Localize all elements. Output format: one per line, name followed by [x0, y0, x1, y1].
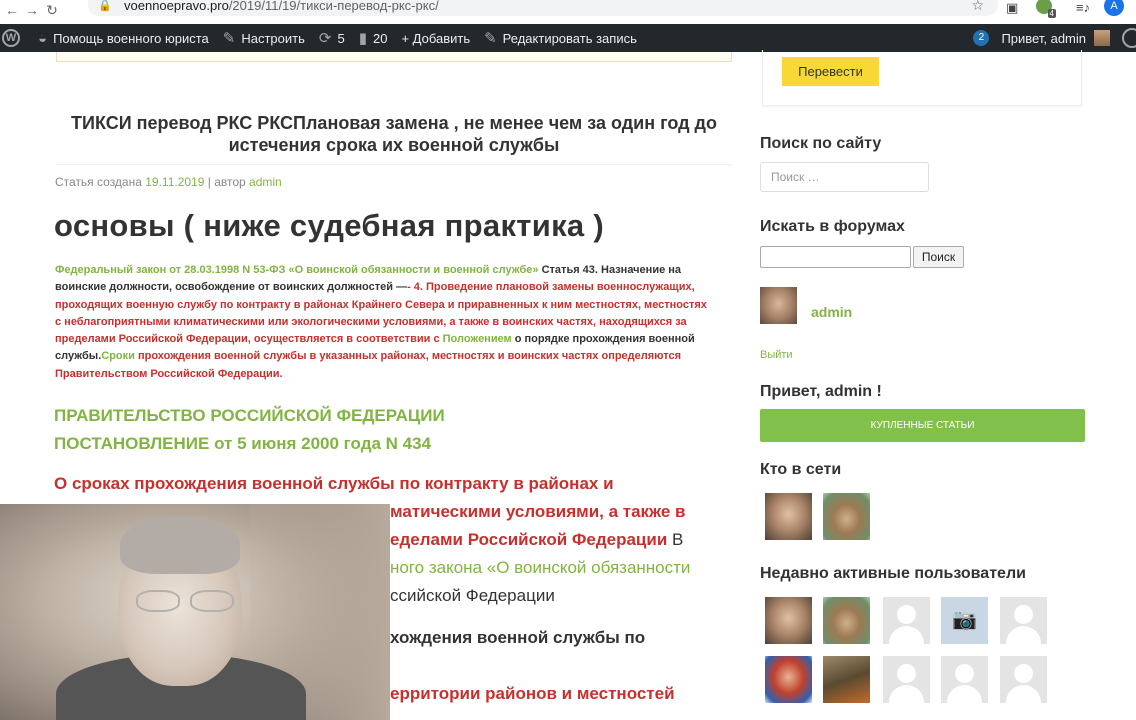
- lock-icon: 🔒: [98, 0, 112, 12]
- user-avatar[interactable]: [760, 287, 797, 324]
- pencil-icon: ✎: [484, 30, 497, 47]
- recent-user-avatar[interactable]: [765, 656, 812, 703]
- default-avatar[interactable]: [883, 656, 930, 703]
- glasses-icon: [136, 590, 180, 612]
- wp-logo-menu[interactable]: W: [0, 24, 31, 52]
- profile-avatar[interactable]: A: [1104, 0, 1124, 16]
- paintbrush-icon: ✎: [222, 30, 236, 47]
- browser-toolbar: ← → ↻ 🔒 voennoepravo.pro/2019/11/19/тикс…: [0, 0, 1136, 20]
- wp-admin-bar: W ◒ Помощь военного юриста ✎ Настроить ⟳ 5 …: [0, 24, 1136, 52]
- law-link-fragment[interactable]: ного закона «О воинской обязанности: [390, 554, 690, 582]
- default-avatar[interactable]: [1000, 597, 1047, 644]
- recent-users-title: Недавно активные пользователи: [760, 565, 1026, 582]
- default-avatar[interactable]: [883, 597, 930, 644]
- online-users-title: Кто в сети: [760, 461, 842, 478]
- search-input[interactable]: Поиск …: [760, 162, 929, 192]
- translate-button[interactable]: Перевести: [782, 57, 879, 86]
- address-bar[interactable]: 🔒 voennoepravo.pro/2019/11/19/тикси-пере…: [88, 0, 998, 16]
- notice-box: [56, 52, 732, 62]
- post-meta: Статья создана 19.11.2019 | автор admin: [55, 175, 282, 189]
- add-new-menu[interactable]: + Добавить: [394, 24, 477, 52]
- reload-icon[interactable]: ↻: [42, 3, 62, 17]
- online-user-avatar[interactable]: [765, 493, 812, 540]
- recent-user-avatar[interactable]: [765, 597, 812, 644]
- text-fragment: ерритории районов и местностей: [390, 684, 675, 703]
- recent-user-avatar[interactable]: [823, 597, 870, 644]
- forum-search-title: Искать в форумах: [760, 218, 905, 235]
- online-user-avatar[interactable]: [823, 493, 870, 540]
- updates-link[interactable]: ⟳ 5: [312, 24, 352, 52]
- terms-link[interactable]: Сроки: [101, 350, 135, 362]
- logout-link[interactable]: Выйти: [760, 349, 793, 361]
- wordpress-icon: W: [2, 29, 20, 47]
- edit-post-link[interactable]: ✎ Редактировать запись: [477, 24, 644, 52]
- government-decree-heading: ПРАВИТЕЛЬСТВО РОССИЙСКОЙ ФЕДЕРАЦИИ ПОСТА…: [54, 406, 445, 453]
- text-fragment: матическими условиями, а также в: [390, 502, 686, 521]
- recent-user-avatar[interactable]: [823, 656, 870, 703]
- decree-title: О сроках прохождения военной службы по к…: [54, 474, 614, 493]
- section-heading: основы ( ниже судебная практика ): [54, 208, 604, 243]
- post-date-link[interactable]: 19.11.2019: [145, 175, 204, 189]
- title-divider: [56, 164, 732, 165]
- notification-badge[interactable]: 2: [973, 30, 990, 46]
- post-title: ТИКСИ перевод РКС РКСПлановая замена , н…: [71, 113, 717, 155]
- dashboard-icon: ◒: [38, 29, 48, 47]
- url-text[interactable]: voennoepravo.pro/2019/11/19/тикси-перево…: [124, 0, 439, 13]
- user-profile-link[interactable]: admin: [811, 304, 852, 320]
- updates-icon: ⟳: [318, 30, 332, 47]
- default-avatar[interactable]: [1000, 656, 1047, 703]
- customize-link[interactable]: ✎ Настроить: [216, 24, 312, 52]
- comments-link[interactable]: ▮ 20: [352, 24, 395, 52]
- text-fragment: ссийской Федерации: [390, 586, 555, 605]
- law-link[interactable]: Федеральный закон от 28.03.1998 N 53-ФЗ …: [55, 264, 539, 276]
- extension-badge-icon[interactable]: 4: [1036, 0, 1056, 18]
- account-avatar[interactable]: [1094, 30, 1110, 46]
- forward-arrow-icon[interactable]: →: [22, 3, 42, 17]
- law-excerpt: Федеральный закон от 28.03.1998 N 53-ФЗ …: [55, 264, 707, 380]
- bookmark-star-icon[interactable]: ☆: [971, 0, 984, 14]
- search-widget-title: Поиск по сайту: [760, 135, 882, 152]
- site-name-menu[interactable]: ◒ Помощь военного юриста: [31, 24, 216, 52]
- extension-icon[interactable]: ▣: [1006, 0, 1018, 16]
- camera-avatar-icon[interactable]: 📷: [941, 597, 988, 644]
- account-greeting[interactable]: Привет, admin: [1001, 31, 1086, 46]
- back-arrow-icon[interactable]: ←: [2, 3, 22, 17]
- media-list-icon[interactable]: ≡♪: [1076, 0, 1090, 15]
- post-author-link[interactable]: admin: [249, 175, 282, 189]
- toolbar-circle-icon[interactable]: [1122, 28, 1136, 48]
- default-avatar[interactable]: [941, 656, 988, 703]
- text-fragment: еделами Российской Федерации В: [390, 530, 684, 549]
- comment-icon: ▮: [358, 30, 367, 47]
- purchased-articles-button[interactable]: КУПЛЕННЫЕ СТАТЬИ: [760, 409, 1085, 442]
- text-fragment: хождения военной службы по: [390, 628, 646, 647]
- regulation-link[interactable]: Положением: [443, 333, 512, 345]
- webcam-overlay: [0, 504, 390, 720]
- forum-search-button[interactable]: Поиск: [913, 246, 964, 268]
- forum-search-input[interactable]: [760, 246, 911, 268]
- greeting-text: Привет, admin !: [760, 383, 882, 400]
